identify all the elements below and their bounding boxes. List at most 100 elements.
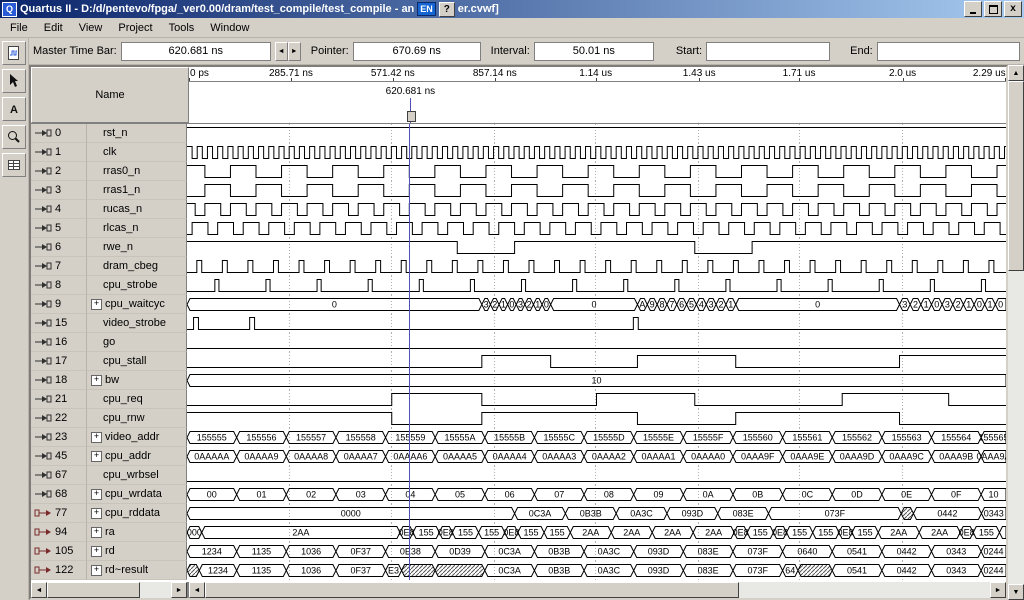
waveform-cell[interactable]: 15555515555615555715555815555915555A1555… [187,428,1006,447]
signal-number-cell[interactable]: 1 [31,143,87,162]
waveform-cell[interactable] [187,162,1006,181]
signal-name-cell[interactable]: +video_addr [87,428,187,447]
grid-tool-button[interactable] [2,153,26,177]
signal-number-cell[interactable]: 45 [31,447,87,466]
waveform-cell[interactable] [187,181,1006,200]
expand-toggle-icon[interactable]: + [91,546,102,557]
vscroll-track[interactable] [1008,81,1024,584]
signal-number-cell[interactable]: 105 [31,542,87,561]
signal-name-cell[interactable]: +cpu_addr [87,447,187,466]
master-time-marker-handle[interactable] [407,111,416,122]
signal-number-cell[interactable]: 16 [31,333,87,352]
signal-number-cell[interactable]: 9 [31,295,87,314]
waveform-cell[interactable] [187,143,1006,162]
start-value[interactable] [706,42,830,61]
vscroll-thumb[interactable] [1008,81,1024,271]
signal-number-cell[interactable]: 23 [31,428,87,447]
signal-name-cell[interactable]: clk [87,143,187,162]
names-hscroll-right-arrow-icon[interactable]: ► [171,582,187,598]
signal-name-cell[interactable]: cpu_req [87,390,187,409]
signal-name-cell[interactable]: +ra [87,523,187,542]
waveform-cell[interactable] [187,390,1006,409]
signal-name-cell[interactable]: cpu_strobe [87,276,187,295]
expand-toggle-icon[interactable]: + [91,432,102,443]
signal-name-cell[interactable]: rlcas_n [87,219,187,238]
signal-name-cell[interactable]: +rd [87,542,187,561]
signal-number-cell[interactable]: 77 [31,504,87,523]
menu-item-file[interactable]: File [2,20,36,36]
waveform-cell[interactable] [187,276,1006,295]
wave-hscroll-right-arrow-icon[interactable]: ► [990,582,1006,598]
wave-vscrollbar[interactable]: ▲ ▼ [1008,65,1024,600]
waveform-cell[interactable] [187,314,1006,333]
signal-number-cell[interactable]: 22 [31,409,87,428]
waveform-cell[interactable] [187,238,1006,257]
names-hscroll-thumb[interactable] [47,582,140,598]
expand-toggle-icon[interactable]: + [91,299,102,310]
signal-number-cell[interactable]: 2 [31,162,87,181]
waveform-cell[interactable]: 1234113510360F370E380D390C3A0B3B0A3C093D… [187,542,1006,561]
waveform-cell[interactable] [187,409,1006,428]
expand-toggle-icon[interactable]: + [91,489,102,500]
names-hscroll-left-arrow-icon[interactable]: ◄ [31,582,47,598]
signal-name-cell[interactable]: cpu_rnw [87,409,187,428]
menu-item-tools[interactable]: Tools [161,20,203,36]
signal-number-cell[interactable]: 8 [31,276,87,295]
new-waveform-document-button[interactable] [2,41,26,65]
signal-name-cell[interactable]: +bw [87,371,187,390]
signal-number-cell[interactable]: 94 [31,523,87,542]
waveform-cell[interactable] [187,124,1006,143]
vscroll-up-arrow-icon[interactable]: ▲ [1008,65,1024,81]
wave-hscrollbar[interactable]: ◄ ► [189,582,1006,598]
waveform-cell[interactable] [187,333,1006,352]
names-hscroll-track[interactable] [47,582,171,598]
waveform-cell[interactable] [187,352,1006,371]
wave-hscroll-track[interactable] [205,582,990,598]
signal-number-cell[interactable]: 68 [31,485,87,504]
signal-name-cell[interactable]: +cpu_waitcyc [87,295,187,314]
signal-name-cell[interactable]: +rd~result [87,561,187,580]
wave-hscroll-thumb[interactable] [205,582,739,598]
language-indicator[interactable]: EN [417,2,436,16]
signal-number-cell[interactable]: 17 [31,352,87,371]
wave-hscroll-left-arrow-icon[interactable]: ◄ [189,582,205,598]
signal-name-cell[interactable]: rst_n [87,124,187,143]
waveform-cell[interactable]: 0002AA0E81550E81551550E81551552AA2AA2AA2… [187,523,1006,542]
signal-name-cell[interactable]: rras1_n [87,181,187,200]
signal-number-cell[interactable]: 7 [31,257,87,276]
end-value[interactable] [877,42,1020,61]
names-hscrollbar[interactable]: ◄ ► [31,582,189,598]
waveform-cell[interactable] [187,466,1006,485]
menu-item-edit[interactable]: Edit [36,20,71,36]
signal-name-cell[interactable]: +cpu_rddata [87,504,187,523]
vscroll-down-arrow-icon[interactable]: ▼ [1008,584,1024,600]
waveform-cell[interactable] [187,200,1006,219]
waveform-cell[interactable]: 10 [187,371,1006,390]
expand-toggle-icon[interactable]: + [91,375,102,386]
signal-number-cell[interactable]: 18 [31,371,87,390]
waveform-cell[interactable] [187,219,1006,238]
signal-number-cell[interactable]: 15 [31,314,87,333]
waveform-cell[interactable] [187,257,1006,276]
signal-name-cell[interactable]: cpu_stall [87,352,187,371]
signal-number-cell[interactable]: 21 [31,390,87,409]
signal-number-cell[interactable]: 6 [31,238,87,257]
menu-item-view[interactable]: View [71,20,111,36]
text-tool-button[interactable]: A [2,97,26,121]
expand-toggle-icon[interactable]: + [91,508,102,519]
app-icon[interactable]: Q [2,2,17,17]
signal-number-cell[interactable]: 122 [31,561,87,580]
signal-number-cell[interactable]: 4 [31,200,87,219]
select-tool-button[interactable] [2,69,26,93]
signal-name-cell[interactable]: rras0_n [87,162,187,181]
signal-name-cell[interactable]: cpu_wrbsel [87,466,187,485]
master-time-right-arrow-icon[interactable]: ► [288,42,301,61]
waveform-cell[interactable]: 0AAAAA0AAAA90AAAA80AAAA70AAAA60AAAA50AAA… [187,447,1006,466]
expand-toggle-icon[interactable]: + [91,565,102,576]
expand-toggle-icon[interactable]: + [91,527,102,538]
close-button[interactable]: x [1004,1,1022,17]
signal-number-cell[interactable]: 3 [31,181,87,200]
master-time-left-arrow-icon[interactable]: ◄ [275,42,288,61]
signal-name-cell[interactable]: video_strobe [87,314,187,333]
master-time-bar-value[interactable]: 620.681 ns [121,42,271,61]
